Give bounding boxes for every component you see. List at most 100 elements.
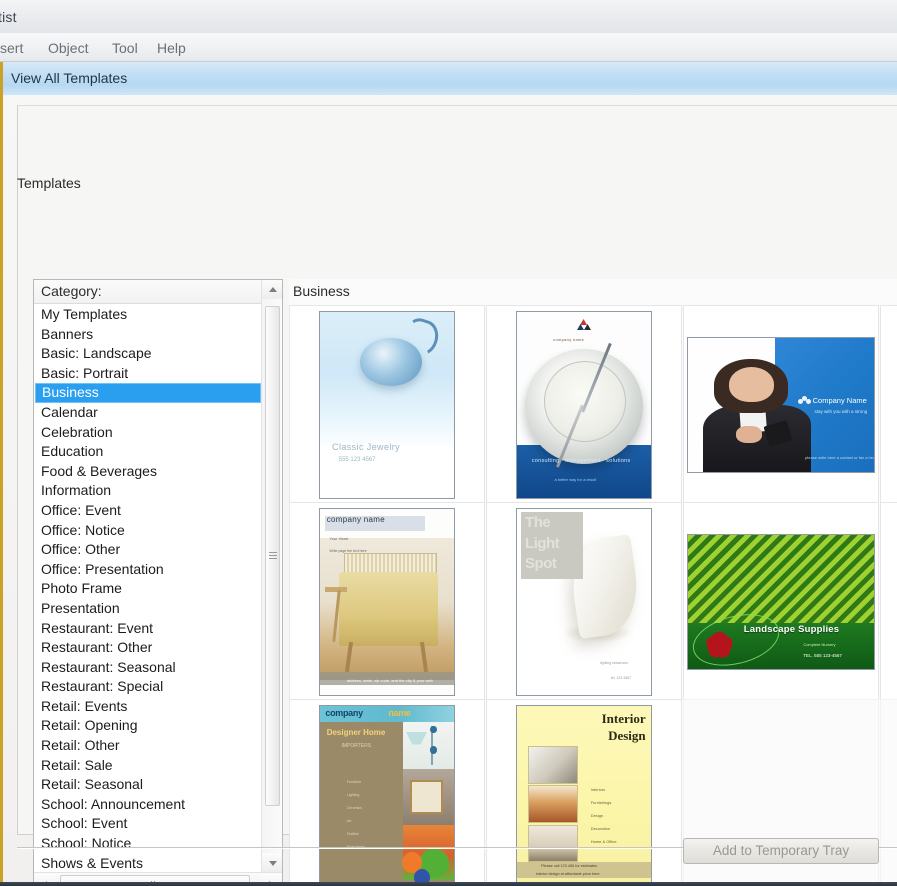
template-word-2: Light	[525, 534, 560, 552]
template-cell[interactable]: Classic Jewelry 555 123 4567	[289, 305, 485, 504]
menu-item-object[interactable]: Object	[44, 39, 92, 57]
template-thumbnail-classic-jewelry[interactable]: Classic Jewelry 555 123 4567	[319, 310, 455, 499]
template-company-part2: name	[388, 707, 411, 718]
category-item[interactable]: Retail: Events	[35, 697, 261, 717]
category-item[interactable]: Retail: Sale	[35, 756, 261, 776]
category-item[interactable]: Banners	[35, 325, 261, 345]
menu-item-insert[interactable]: sert	[0, 39, 27, 57]
template-link: Art	[346, 818, 352, 823]
add-to-temporary-tray-button[interactable]: Add to Temporary Tray	[683, 838, 879, 864]
category-item[interactable]: Restaurant: Event	[35, 619, 261, 639]
template-link: Ceramics	[346, 805, 362, 810]
category-item[interactable]: Information	[35, 481, 261, 501]
category-item[interactable]: School: Notice	[35, 834, 261, 854]
category-item[interactable]: Calendar	[35, 403, 261, 423]
category-listbox[interactable]: Category: My Templates Banners Basic: Land…	[33, 279, 283, 886]
category-item[interactable]: Photo Frame	[35, 579, 261, 599]
template-footer: please write here a contact or fax a hea…	[805, 455, 874, 461]
template-company-name: Landscape Supplies	[743, 624, 840, 635]
template-link: Home & Office	[590, 839, 617, 845]
template-contact-1: Complete Nursery	[803, 642, 836, 648]
category-list[interactable]: My Templates Banners Basic: Landscape Basic…	[35, 305, 261, 872]
template-title: company name	[326, 515, 385, 524]
template-thumbnail-designer-home[interactable]: company name Designer Home IMPORTERS Fur…	[319, 704, 455, 886]
template-headline: Designer Home	[326, 727, 386, 737]
vertical-scroll-thumb[interactable]	[265, 306, 280, 806]
window-bottom-edge	[0, 882, 897, 886]
template-browser[interactable]: Business Classic Jewelry 555 123 4567 co…	[289, 279, 897, 886]
template-cell[interactable]: company name Your Heart Write page the t…	[289, 502, 485, 701]
template-company-part1: company	[325, 707, 363, 718]
template-subtagline: a better way for a result	[554, 477, 597, 483]
application-window: tist sert Object Tool Help View All Temp…	[0, 0, 897, 886]
dialog-title: View All Templates	[11, 70, 128, 86]
template-thumbnail-landscape-supplies[interactable]: Landscape Supplies Complete Nursery TEL.…	[687, 533, 875, 670]
template-cell[interactable]: Landscape Supplies Complete Nursery TEL.…	[683, 502, 879, 701]
category-item[interactable]: Basic: Portrait	[35, 364, 261, 384]
scroll-down-arrow-icon[interactable]	[262, 853, 282, 872]
template-cell[interactable]: Interior Design Interiors Furnishings De…	[486, 699, 682, 886]
menu-item-tool[interactable]: Tool	[108, 39, 142, 57]
template-thumbnail-consulting-compass[interactable]: company name consulting · management · s…	[516, 310, 652, 499]
template-word-3: Spot	[525, 555, 557, 572]
template-thumbnail-the-light-spot[interactable]: The Light Spot lighting showroom tel. 12…	[516, 507, 652, 696]
template-grid: Classic Jewelry 555 123 4567 company nam…	[289, 305, 897, 886]
category-item[interactable]: Restaurant: Seasonal	[35, 658, 261, 678]
category-item[interactable]: Office: Presentation	[35, 560, 261, 580]
category-item[interactable]: Office: Event	[35, 501, 261, 521]
template-link: Furniture	[346, 779, 362, 784]
template-link: Interiors	[590, 787, 606, 793]
company-logo-icon	[797, 396, 811, 405]
category-item[interactable]: Retail: Other	[35, 736, 261, 756]
view-all-templates-dialog: View All Templates Templates Category: M…	[0, 62, 897, 886]
template-cell[interactable]: premium blend CO	[880, 305, 897, 504]
category-item[interactable]: School: Event	[35, 814, 261, 834]
template-link: Textiles	[346, 831, 359, 836]
dialog-titlebar: View All Templates	[3, 62, 897, 96]
template-line1: Your Heart	[329, 536, 349, 542]
template-cell[interactable]: company name consulting · management · s…	[486, 305, 682, 504]
category-header: Category:	[34, 280, 282, 304]
scroll-up-arrow-icon[interactable]	[262, 280, 282, 299]
category-item[interactable]: Restaurant: Other	[35, 638, 261, 658]
template-thumbnail-company-name-presenter[interactable]: Company Name stay with you with a strong…	[687, 336, 875, 473]
category-vertical-scrollbar[interactable]	[261, 280, 282, 872]
template-company-name: Company Name	[812, 396, 867, 406]
template-group-title: Business	[293, 283, 350, 299]
templates-section-label: Templates	[17, 175, 81, 191]
template-footer-1: lighting showroom	[600, 661, 629, 666]
category-item[interactable]: Education	[35, 442, 261, 462]
category-item[interactable]: Office: Notice	[35, 521, 261, 541]
category-item[interactable]: Restaurant: Special	[35, 677, 261, 697]
category-item[interactable]: Presentation	[35, 599, 261, 619]
template-subtitle: 555 123 4567	[338, 456, 376, 463]
category-item[interactable]: Food & Beverages	[35, 462, 261, 482]
template-band-text-1: Please call 123 456 for estimates	[541, 864, 598, 869]
flower-icon	[699, 628, 740, 660]
menu-item-help[interactable]: Help	[153, 39, 190, 57]
category-item[interactable]: Business	[35, 383, 261, 403]
template-cell[interactable]: The Light Spot lighting showroom tel. 12…	[486, 502, 682, 701]
category-item[interactable]: Basic: Landscape	[35, 344, 261, 364]
template-title-line1: Interior	[601, 711, 646, 727]
category-item[interactable]: My Templates	[35, 305, 261, 325]
template-cell[interactable]: company name Designer Home IMPORTERS Fur…	[289, 699, 485, 886]
template-link: Decoration	[590, 826, 611, 832]
category-item[interactable]: School: Announcement	[35, 795, 261, 815]
template-cell-empty	[880, 699, 897, 886]
template-thumbnail-company-name-sofa[interactable]: company name Your Heart Write page the t…	[319, 507, 455, 696]
template-thumbnail-interior-design[interactable]: Interior Design Interiors Furnishings De…	[516, 704, 652, 886]
template-slogan: stay with you with a strong	[814, 408, 868, 414]
category-item[interactable]: Celebration	[35, 423, 261, 443]
host-menubar: sert Object Tool Help	[0, 33, 897, 62]
template-line2: Write page the text here	[329, 549, 367, 554]
category-item[interactable]: Shows & Events	[35, 854, 261, 872]
category-item[interactable]: Retail: Opening	[35, 716, 261, 736]
category-item[interactable]: Retail: Seasonal	[35, 775, 261, 795]
template-word-1: The	[525, 514, 551, 532]
category-item[interactable]: Office: Other	[35, 540, 261, 560]
template-cell[interactable]	[880, 502, 897, 701]
template-cell[interactable]: Company Name stay with you with a strong…	[683, 305, 879, 504]
template-contact-2: TEL. 555 123-4567	[803, 652, 842, 658]
host-titlebar: tist	[0, 0, 897, 33]
